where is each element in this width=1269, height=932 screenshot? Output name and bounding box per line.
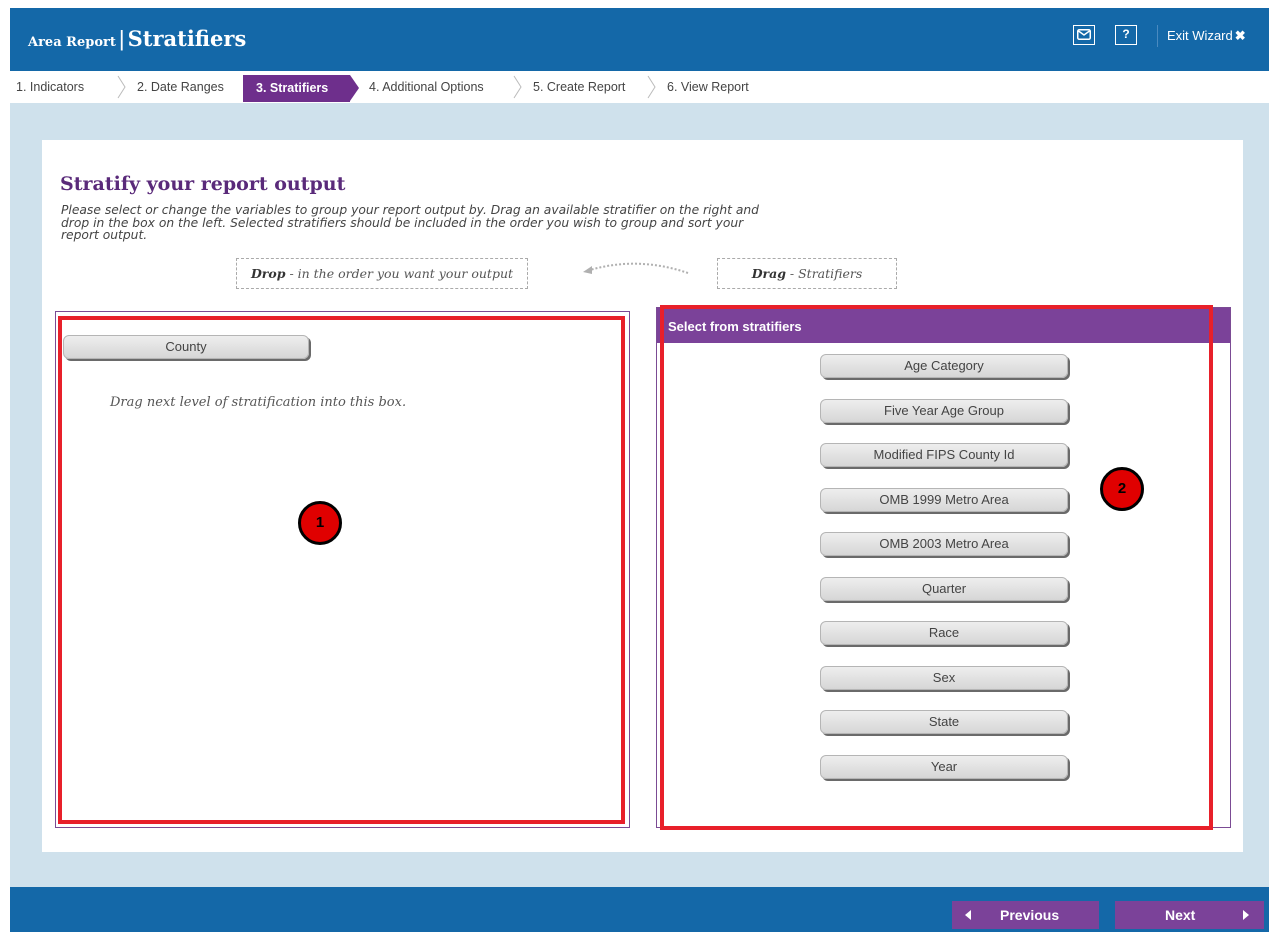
previous-button[interactable]: Previous <box>952 901 1099 929</box>
app-header: Area Report | Stratifiers ? Exit Wizard ✖ <box>10 8 1269 71</box>
chevron-right-icon <box>513 75 522 99</box>
caret-right-icon <box>1243 910 1249 920</box>
exit-wizard-label: Exit Wizard <box>1167 28 1233 43</box>
section-heading: Stratify your report output <box>60 173 346 195</box>
drop-hint: Drop - in the order you want your output <box>236 258 528 289</box>
exit-wizard-button[interactable]: Exit Wizard ✖ <box>1167 25 1246 47</box>
help-icon[interactable]: ? <box>1115 25 1137 45</box>
drag-hint-bold: Drag <box>751 266 786 281</box>
app-title: Area Report <box>28 35 116 50</box>
highlight-box-1 <box>58 316 625 824</box>
step-indicators[interactable]: 1. Indicators <box>16 71 84 103</box>
title-separator: | <box>118 26 125 51</box>
chevron-right-icon <box>647 75 656 99</box>
next-button[interactable]: Next <box>1115 901 1264 929</box>
page-title: Area Report | Stratifiers <box>28 26 246 52</box>
step-stratifiers[interactable]: 3. Stratifiers <box>243 75 359 102</box>
chevron-right-icon <box>117 75 126 99</box>
drag-hint-text: - Stratifiers <box>785 266 863 281</box>
drag-hint: Drag - Stratifiers <box>717 258 897 289</box>
section-description: Please select or change the variables to… <box>61 203 759 242</box>
annotation-marker-2: 2 <box>1100 467 1144 511</box>
next-label: Next <box>1165 907 1196 923</box>
header-divider <box>1157 25 1158 47</box>
step-additional-options[interactable]: 4. Additional Options <box>369 71 484 103</box>
previous-label: Previous <box>1000 907 1060 923</box>
caret-left-icon <box>965 910 971 920</box>
step-create-report[interactable]: 5. Create Report <box>533 71 625 103</box>
page-name: Stratifiers <box>127 26 247 51</box>
step-date-ranges[interactable]: 2. Date Ranges <box>137 71 224 103</box>
drop-hint-bold: Drop <box>250 266 286 281</box>
close-icon: ✖ <box>1234 28 1246 43</box>
highlight-box-2 <box>660 305 1213 830</box>
wizard-steps: 1. Indicators 2. Date Ranges 3. Stratifi… <box>10 71 1269 103</box>
email-icon[interactable] <box>1073 25 1095 45</box>
curved-arrow-icon <box>583 262 689 274</box>
step-view-report[interactable]: 6. View Report <box>667 71 749 103</box>
annotation-marker-1: 1 <box>298 501 342 545</box>
drop-hint-text: - in the order you want your output <box>285 266 514 281</box>
